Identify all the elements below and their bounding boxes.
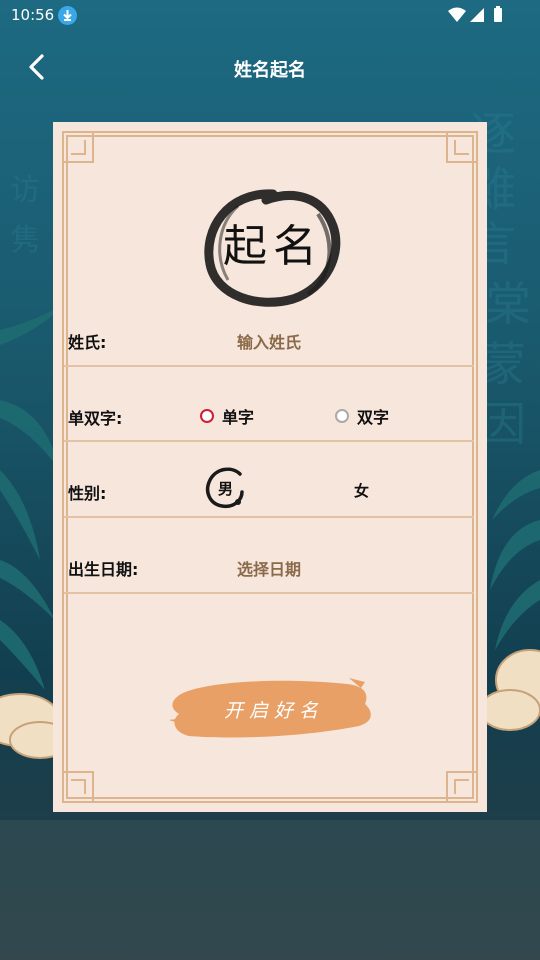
surname-input[interactable]: 输入姓氏 [64, 329, 474, 353]
gender-row: 性别: 男 女 [64, 442, 474, 518]
download-icon [58, 6, 77, 25]
start-naming-button[interactable]: 开启好名 [169, 674, 379, 744]
battery-icon [494, 6, 502, 22]
char-count-row: 单双字: 单字 双字 [64, 367, 474, 442]
top-bar: 姓名起名 [0, 40, 540, 96]
wifi-icon [448, 7, 466, 22]
status-bar: 10:56 [0, 0, 540, 32]
radio-dot [335, 409, 349, 423]
system-icons [448, 6, 508, 30]
gender-label: 性别: [68, 484, 107, 503]
char-count-label: 单双字: [68, 409, 123, 428]
start-naming-label: 开启好名 [223, 700, 324, 722]
gender-female-label: 女 [354, 482, 370, 500]
surname-row: 姓氏: 输入姓氏 [64, 317, 474, 367]
birth-date-picker[interactable]: 选择日期 [64, 556, 474, 580]
status-time: 10:56 [11, 6, 55, 24]
radio-single-char[interactable]: 单字 [200, 404, 254, 428]
svg-text:棠: 棠 [485, 277, 531, 331]
gender-female-option[interactable]: 女 [354, 480, 369, 501]
radio-double-char-label: 双字 [357, 408, 390, 427]
page-title: 姓名起名 [234, 60, 306, 81]
radio-double-char[interactable]: 双字 [335, 404, 389, 428]
naming-card: 起名 姓氏: 输入姓氏 单双字: 单字 双字 性别: 男 女 出生日期: 选择日… [53, 122, 487, 812]
svg-text:隽: 隽 [10, 223, 40, 258]
signal-icon [470, 8, 484, 22]
birth-date-row: 出生日期: 选择日期 [64, 518, 474, 594]
radio-dot-selected [200, 409, 214, 423]
logo-text: 起名 [223, 221, 323, 272]
gender-male-option[interactable]: 男 [204, 464, 250, 510]
svg-text:访: 访 [10, 173, 40, 208]
logo-ink-circle: 起名 [198, 184, 348, 309]
gender-male-label: 男 [218, 480, 234, 498]
radio-single-char-label: 单字 [222, 408, 255, 427]
